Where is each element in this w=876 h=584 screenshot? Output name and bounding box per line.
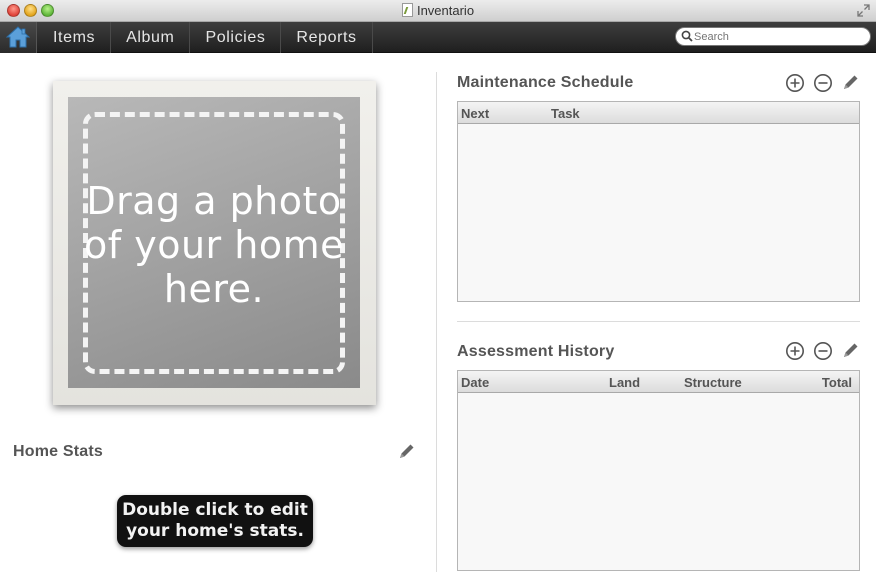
- maintenance-table-header: Next Task: [458, 102, 859, 124]
- photo-prompt-line-2: of your home: [84, 223, 344, 267]
- home-stats-title: Home Stats: [13, 443, 104, 460]
- hint-line-1: Double click to edit: [122, 500, 308, 520]
- edit-maintenance-button[interactable]: [841, 72, 861, 92]
- minus-circle-icon: [814, 74, 832, 92]
- document-icon: [401, 3, 413, 17]
- add-assessment-button[interactable]: [785, 341, 805, 361]
- maintenance-table[interactable]: Next Task: [457, 101, 860, 302]
- column-header-total[interactable]: Total: [822, 375, 852, 390]
- home-photo-frame[interactable]: Drag a photo of your home here.: [53, 81, 376, 405]
- home-icon: [6, 26, 30, 48]
- nav-album[interactable]: Album: [111, 22, 191, 53]
- assessment-table[interactable]: Date Land Structure Total: [457, 370, 860, 571]
- home-stats-hint[interactable]: Double click to edit your home's stats.: [117, 495, 313, 547]
- nav-reports[interactable]: Reports: [281, 22, 373, 53]
- window-title: Inventario: [416, 3, 475, 18]
- search-input[interactable]: [694, 29, 864, 44]
- home-button[interactable]: [0, 22, 37, 53]
- pencil-icon: [844, 75, 858, 89]
- main-nav: Items Album Policies Reports: [38, 22, 373, 53]
- add-maintenance-button[interactable]: [785, 73, 805, 93]
- column-header-next[interactable]: Next: [461, 106, 489, 121]
- maintenance-schedule-title: Maintenance Schedule: [457, 74, 634, 91]
- column-header-date[interactable]: Date: [461, 375, 489, 390]
- nav-items[interactable]: Items: [38, 22, 112, 53]
- remove-assessment-button[interactable]: [813, 341, 833, 361]
- remove-maintenance-button[interactable]: [813, 73, 833, 93]
- assessment-history-title: Assessment History: [457, 343, 615, 360]
- photo-drop-prompt: Drag a photo of your home here.: [68, 179, 360, 311]
- photo-drop-well[interactable]: Drag a photo of your home here.: [68, 97, 360, 388]
- nav-policies[interactable]: Policies: [190, 22, 282, 53]
- edit-home-stats-button[interactable]: [397, 441, 417, 461]
- photo-prompt-line-3: here.: [163, 267, 265, 311]
- photo-prompt-line-1: Drag a photo: [86, 179, 342, 223]
- search-field[interactable]: [675, 27, 871, 46]
- column-header-task[interactable]: Task: [551, 106, 580, 121]
- horizontal-divider: [457, 321, 860, 322]
- minus-circle-icon: [814, 342, 832, 360]
- main-toolbar: Items Album Policies Reports: [0, 22, 876, 53]
- column-header-land[interactable]: Land: [609, 375, 640, 390]
- plus-circle-icon: [786, 342, 804, 360]
- fullscreen-icon[interactable]: [857, 4, 870, 17]
- vertical-divider: [436, 72, 437, 572]
- plus-circle-icon: [786, 74, 804, 92]
- title-bar: Inventario: [0, 0, 876, 22]
- pencil-icon: [844, 343, 858, 357]
- column-header-structure[interactable]: Structure: [684, 375, 742, 390]
- hint-line-2: your home's stats.: [126, 521, 304, 541]
- edit-assessment-button[interactable]: [841, 340, 861, 360]
- pencil-icon: [400, 444, 414, 458]
- search-icon: [681, 30, 693, 42]
- window-title-wrap: Inventario: [0, 3, 876, 18]
- assessment-table-header: Date Land Structure Total: [458, 371, 859, 393]
